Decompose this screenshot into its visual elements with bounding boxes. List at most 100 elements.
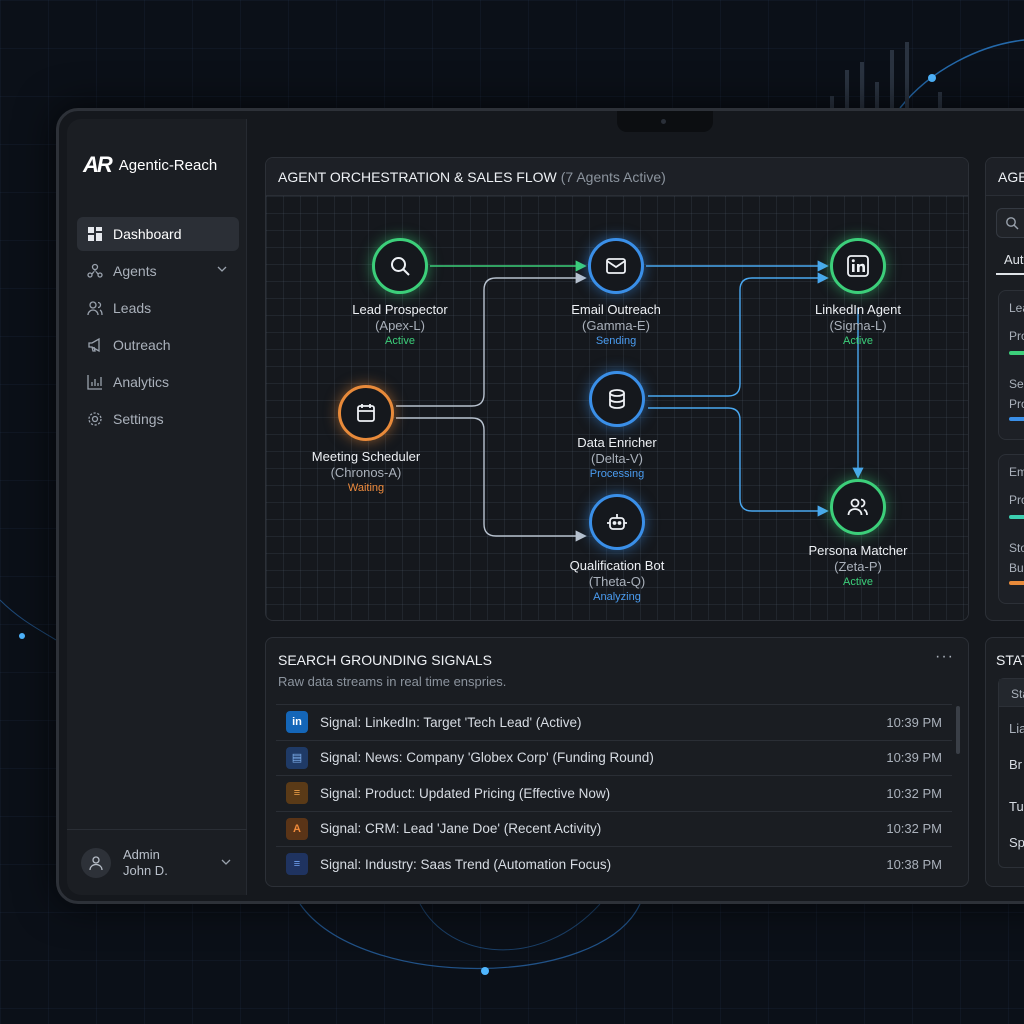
node-circle (830, 238, 886, 294)
card-line: Sei (1009, 377, 1024, 391)
panel-subtitle: (7 Agents Active) (560, 168, 666, 185)
agents-side-panel: AGE Aut Lea Pro Sei Pro Em Pro Sto Bui (985, 157, 1024, 621)
panel-header: AGE (986, 158, 1024, 196)
sidebar-item-outreach[interactable]: Outreach (77, 328, 239, 362)
search-input[interactable] (996, 208, 1024, 238)
signal-time: 10:39 PM (886, 714, 942, 730)
signal-row[interactable]: ≡ Signal: Product: Updated Pricing (Effe… (276, 775, 952, 811)
table-row[interactable]: Lia (1009, 721, 1024, 736)
app-name: Agentic-Reach (118, 156, 218, 174)
user-role: Admin (123, 846, 160, 862)
signal-row[interactable]: ≡ Signal: Industry: Saas Trend (Automati… (276, 846, 952, 882)
node-name: Persona Matcher (808, 543, 908, 558)
agent-card[interactable]: Lea Pro Sei Pro (998, 290, 1024, 440)
node-name: Lead Prospector (352, 302, 448, 317)
linkedin-icon (847, 255, 869, 277)
persona-icon (847, 498, 868, 516)
node-status: Active (843, 335, 873, 347)
column-header: Sta (1011, 687, 1024, 701)
panel-title: STAT (996, 652, 1024, 668)
sidebar-item-analytics[interactable]: Analytics (77, 365, 239, 399)
card-line: Em (1009, 465, 1024, 479)
sidebar-item-agents[interactable]: Agents (77, 254, 239, 288)
avatar (81, 847, 111, 878)
sidebar-item-label: Settings (113, 411, 164, 427)
node-id: (Sigma-L) (829, 318, 887, 333)
progress-bar (1009, 515, 1024, 519)
node-name: Qualification Bot (569, 558, 665, 573)
node-circle (589, 494, 645, 550)
app-logo[interactable]: AR Agentic-Reach (83, 152, 217, 178)
node-persona-matcher[interactable]: Persona Matcher (Zeta-P) Active (783, 479, 933, 588)
node-id: (Apex-L) (375, 318, 425, 333)
node-id: (Gamma-E) (582, 318, 650, 333)
user-menu[interactable]: Admin John D. (67, 829, 247, 895)
search-icon (1006, 217, 1019, 230)
linkedin-icon: in (286, 711, 308, 734)
crm-icon: A (286, 817, 308, 840)
node-status: Waiting (347, 482, 385, 494)
signal-time: 10:38 PM (886, 856, 942, 872)
signal-time: 10:32 PM (886, 785, 942, 801)
node-email-outreach[interactable]: Email Outreach (Gamma-E) Sending (541, 238, 691, 347)
database-icon (609, 389, 625, 409)
table-header: Sta (999, 679, 1024, 707)
agents-icon (87, 263, 103, 278)
signal-row[interactable]: ▤ Signal: News: Company 'Globex Corp' (F… (276, 739, 952, 776)
node-meeting-scheduler[interactable]: Meeting Scheduler (Chronos-A) Waiting (291, 385, 441, 494)
signal-text: Signal: Product: Updated Pricing (Effect… (320, 785, 611, 801)
chevron-down-icon[interactable] (221, 857, 231, 867)
sidebar-item-label: Leads (113, 300, 152, 316)
sidebar-item-label: Dashboard (113, 226, 182, 242)
table-row[interactable]: Br (1009, 757, 1022, 772)
tab-auto[interactable]: Aut (1004, 252, 1024, 267)
node-id: (Zeta-P) (834, 559, 882, 574)
signal-row[interactable]: in Signal: LinkedIn: Target 'Tech Lead' … (276, 704, 952, 740)
sidebar-item-label: Agents (113, 263, 157, 279)
card-line: Pro (1009, 397, 1024, 411)
node-id: (Theta-Q) (588, 574, 646, 589)
signal-text: Signal: CRM: Lead 'Jane Doe' (Recent Act… (320, 821, 602, 837)
sidebar-item-settings[interactable]: Settings (77, 402, 239, 436)
scrollbar[interactable] (956, 706, 960, 754)
user-icon (89, 855, 103, 870)
table-row[interactable]: Tu (1009, 799, 1024, 814)
gear-icon (88, 412, 102, 426)
more-options-icon[interactable]: ··· (935, 648, 954, 666)
status-side-panel: STAT Sta Lia Br Tu Sp (985, 637, 1024, 887)
node-linkedin-agent[interactable]: LinkedIn Agent (Sigma-L) Active (783, 238, 933, 347)
users-icon (87, 301, 103, 316)
node-status: Active (843, 576, 873, 588)
sidebar-item-label: Outreach (113, 337, 171, 353)
signal-text: Signal: LinkedIn: Target 'Tech Lead' (Ac… (320, 714, 582, 730)
grid-icon (88, 227, 102, 241)
node-status: Analyzing (593, 591, 641, 603)
agent-orchestration-panel: AGENT ORCHESTRATION & SALES FLOW (7 Agen… (265, 157, 969, 621)
bar-chart-icon (87, 375, 102, 390)
card-line: Pro (1009, 329, 1024, 343)
node-qualification-bot[interactable]: Qualification Bot (Theta-Q) Analyzing (542, 494, 692, 603)
sidebar-item-leads[interactable]: Leads (77, 291, 239, 325)
user-info: Admin John D. (123, 847, 168, 879)
sidebar-nav: Dashboard Agents Leads Outreach Analytic… (77, 217, 239, 439)
agent-card[interactable]: Em Pro Sto Bui (998, 454, 1024, 604)
sidebar-item-dashboard[interactable]: Dashboard (77, 217, 239, 251)
signal-row[interactable]: A Signal: CRM: Lead 'Jane Doe' (Recent A… (276, 810, 952, 847)
calendar-icon (357, 404, 375, 422)
database-icon: ≡ (286, 782, 308, 805)
node-lead-prospector[interactable]: Lead Prospector (Apex-L) Active (325, 238, 475, 347)
panel-title: SEARCH GROUNDING SIGNALS (278, 652, 492, 668)
camera-notch (617, 111, 713, 132)
signal-time: 10:39 PM (886, 750, 942, 766)
chevron-down-icon[interactable] (217, 264, 227, 274)
panel-subtitle: Raw data streams in real time enspries. (278, 674, 507, 689)
table-row[interactable]: Sp (1009, 835, 1024, 850)
sidebar-item-label: Analytics (113, 374, 170, 390)
card-line: Bui (1009, 561, 1024, 575)
node-data-enricher[interactable]: Data Enricher (Delta-V) Processing (542, 371, 692, 480)
node-name: Data Enricher (577, 435, 657, 450)
panel-title: AGENT ORCHESTRATION & SALES FLOW (278, 168, 557, 185)
news-icon: ▤ (286, 746, 308, 769)
card-line: Lea (1009, 301, 1024, 315)
card-line: Pro (1009, 493, 1024, 507)
